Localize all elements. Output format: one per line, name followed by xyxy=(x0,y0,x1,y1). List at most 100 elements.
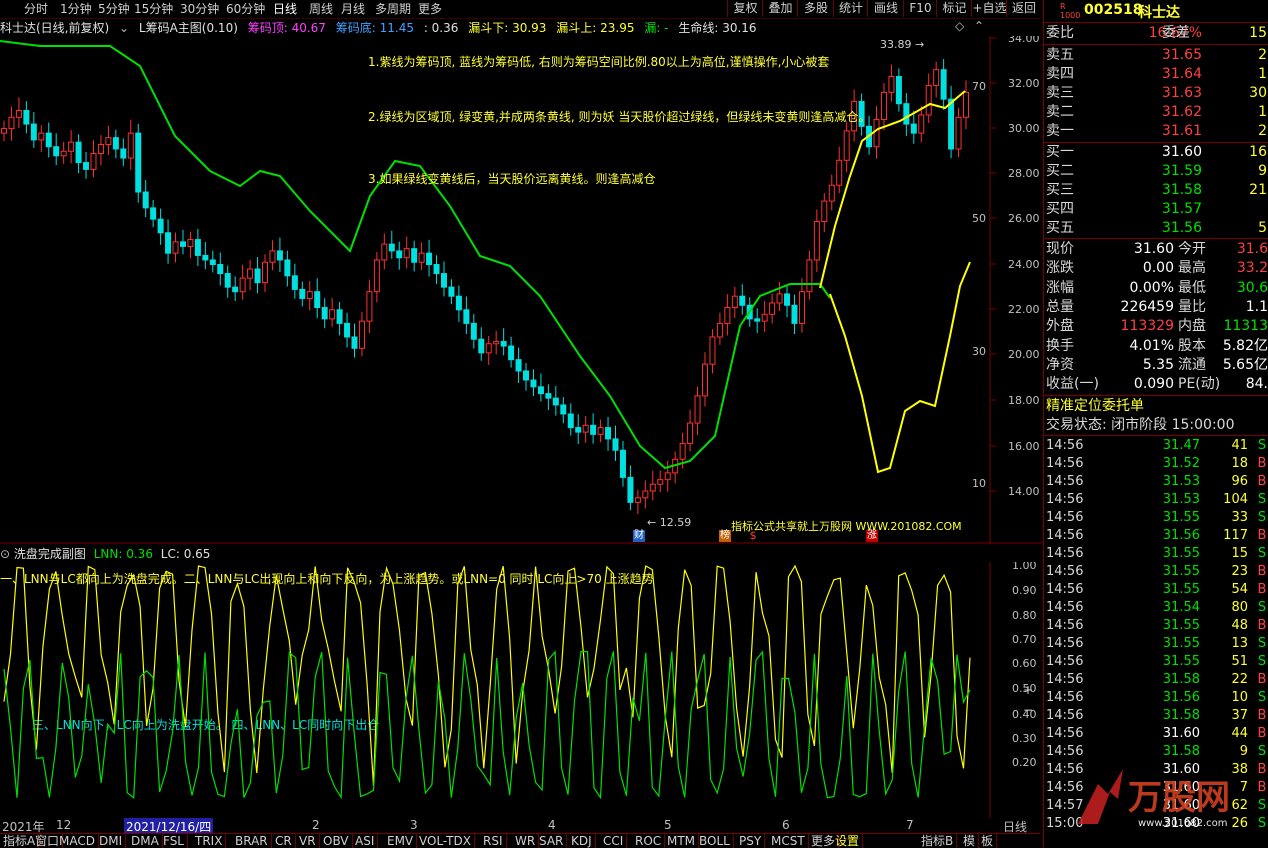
period-tab[interactable]: 60分钟 xyxy=(226,1,265,17)
candle-body xyxy=(1,128,7,134)
ask-row[interactable]: 卖二 31.62 1 xyxy=(1044,103,1268,122)
collapse-icon[interactable]: ⌃ xyxy=(974,19,984,33)
bid-row[interactable]: 买五 31.56 5 xyxy=(1044,219,1268,238)
period-tab[interactable]: 日线 xyxy=(273,1,297,17)
indicator-tab[interactable]: KDJ xyxy=(568,834,596,848)
zoom-out-button[interactable]: − xyxy=(1023,703,1033,717)
bid-row[interactable]: 买二 31.59 9 xyxy=(1044,162,1268,181)
indicator-tab[interactable]: PSY xyxy=(736,834,766,848)
candle-body xyxy=(940,69,947,100)
indicator-tab[interactable]: MTM xyxy=(664,834,700,848)
indicator-tab[interactable]: SAR xyxy=(536,834,568,848)
event-badge-finance[interactable]: 财 xyxy=(633,530,645,542)
toolbar-button[interactable]: 画线 xyxy=(867,0,904,17)
indicator-name[interactable]: L筹码A主图(0.10) xyxy=(139,21,238,35)
stock-header: R 1000 002518 科士达 xyxy=(1044,0,1268,23)
period-tab[interactable]: 周线 xyxy=(309,1,333,17)
note-1: 1.紫线为筹码顶, 蓝线为筹码低, 右则为筹码空间比例.80以上为高位,谨慎操作… xyxy=(368,55,830,69)
period-tab[interactable]: 更多 xyxy=(418,1,442,17)
candle-body xyxy=(478,338,485,354)
ask-row[interactable]: 卖五 31.65 2 xyxy=(1044,46,1268,65)
period-tab[interactable]: 1分钟 xyxy=(60,1,92,17)
candle-body xyxy=(224,273,231,288)
ask-row[interactable]: 卖三 31.63 30 xyxy=(1044,84,1268,103)
candle-body xyxy=(276,250,283,261)
indicator-tab[interactable]: RSI xyxy=(480,834,507,848)
collapse-icon[interactable]: ⊙ xyxy=(0,547,10,561)
candle-body xyxy=(806,259,813,293)
indicator-tab[interactable]: MACD xyxy=(56,834,99,848)
toolbar-button[interactable]: +自选 xyxy=(971,0,1007,17)
period-tab[interactable]: 分时 xyxy=(24,1,48,17)
toolbar-button[interactable]: 复权 xyxy=(727,0,763,17)
indicator-tab[interactable]: BOLL xyxy=(696,834,734,848)
settings-icon[interactable]: ◇ xyxy=(955,19,964,33)
candle-body xyxy=(873,119,880,148)
event-badge-list[interactable]: 榜 xyxy=(719,530,731,542)
indicator-tab[interactable]: MCST xyxy=(768,834,809,848)
section-title: 精准定位委托单 xyxy=(1046,398,1144,414)
candle-body xyxy=(508,345,515,361)
sub-panel-title[interactable]: 洗盘完成副图 xyxy=(14,547,86,561)
toolbar-button[interactable]: 标记 xyxy=(936,0,972,17)
indicator-tab[interactable]: VOL-TDX xyxy=(416,834,475,848)
ask-row[interactable]: 卖一 31.61 2 xyxy=(1044,122,1268,141)
indicator-tab[interactable]: EMV xyxy=(384,834,418,848)
candle-body xyxy=(888,76,895,93)
tick-row: 14:56 31.52 18 B xyxy=(1046,456,1267,471)
candle-body xyxy=(515,359,522,372)
osc-tick-label: 1.00 xyxy=(1012,562,1037,572)
candle-body xyxy=(530,379,537,388)
funnel-down-value: 漏斗下: 30.93 xyxy=(468,21,547,35)
indicator-tab[interactable]: ROC xyxy=(632,834,666,848)
indicator-tab[interactable]: TRIX xyxy=(192,834,227,848)
event-badge-rise[interactable]: 涨 xyxy=(866,530,878,542)
indicator-tab[interactable]: BRAR xyxy=(232,834,272,848)
bid-row[interactable]: 买一 31.60 16 xyxy=(1044,143,1268,162)
indicator-tab[interactable]: DMI xyxy=(96,834,127,848)
candle-body xyxy=(217,264,224,275)
osc-tick-label: 0.30 xyxy=(1012,732,1037,745)
indicator-tab[interactable]: CCI xyxy=(600,834,628,848)
toolbar-button[interactable]: 返回 xyxy=(1006,0,1041,17)
candle-body xyxy=(202,254,209,261)
toolbar-button[interactable]: 叠加 xyxy=(762,0,798,17)
event-badge-dollar[interactable]: $ xyxy=(748,530,758,542)
indicator-tab[interactable]: CR xyxy=(272,834,296,848)
indicator-tab-right[interactable]: 板 xyxy=(978,834,998,848)
indicator-tab-right[interactable]: 指标B xyxy=(918,834,958,848)
bid-row[interactable]: 买三 31.58 21 xyxy=(1044,181,1268,200)
indicator-tab[interactable]: 设置 xyxy=(832,834,864,848)
candle-body xyxy=(321,307,328,320)
candle-body xyxy=(694,395,701,424)
period-tab[interactable]: 15分钟 xyxy=(134,1,173,17)
zoom-in-button[interactable]: + xyxy=(1023,683,1033,697)
candle-body xyxy=(925,85,932,116)
toolbar-button[interactable]: F10 xyxy=(903,0,937,17)
price-tick-label: 14.00 xyxy=(1008,485,1040,498)
indicator-tab[interactable]: VR xyxy=(296,834,320,848)
candle-body xyxy=(83,162,90,170)
tick-row: 14:56 31.55 13 S xyxy=(1046,636,1267,651)
toolbar-button[interactable]: 统计 xyxy=(833,0,868,17)
period-tab[interactable]: 5分钟 xyxy=(98,1,130,17)
ask-row[interactable]: 卖四 31.64 1 xyxy=(1044,65,1268,84)
period-tab[interactable]: 多周期 xyxy=(375,1,411,17)
bid-row[interactable]: 买四 31.57 xyxy=(1044,200,1268,219)
month-label: 3 xyxy=(410,818,418,832)
indicator-tab-right[interactable]: 模 xyxy=(960,834,980,848)
candle-body xyxy=(262,261,269,284)
tick-row: 14:56 31.58 37 B xyxy=(1046,708,1267,723)
indicator-tab[interactable]: ASI xyxy=(352,834,379,848)
toolbar-button[interactable]: 多股 xyxy=(797,0,834,17)
oscillator-chart[interactable]: 1.000.900.800.700.600.500.400.300.20 xyxy=(0,562,1042,818)
ratio-tick-label: 30 xyxy=(972,345,986,358)
indicator-tab[interactable]: OBV xyxy=(320,834,353,848)
indicator-tab[interactable]: DMA xyxy=(128,834,163,848)
candle-body xyxy=(411,248,418,263)
candle-body xyxy=(396,250,403,259)
period-tab[interactable]: 30分钟 xyxy=(180,1,219,17)
period-tab[interactable]: 月线 xyxy=(341,1,365,17)
chevron-down-icon[interactable]: ⌄ xyxy=(119,21,129,35)
indicator-tab[interactable]: FSL xyxy=(160,834,188,848)
